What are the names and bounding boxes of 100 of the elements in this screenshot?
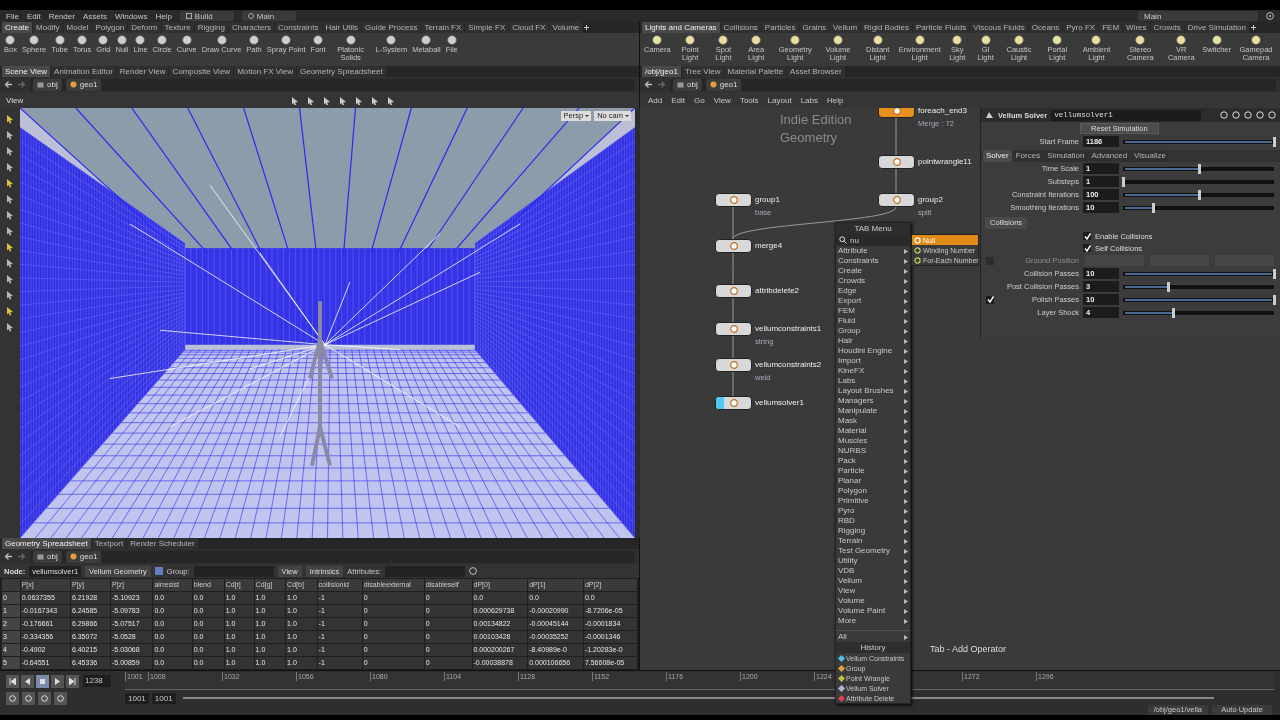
menu-category[interactable]: Particle: [836, 466, 910, 476]
path-crumb[interactable]: geo1: [705, 78, 742, 91]
pane-tab[interactable]: Material Palette: [724, 66, 787, 77]
pane-tab[interactable]: Guide Process: [361, 22, 421, 33]
pane-tab[interactable]: Rigging: [194, 22, 228, 33]
path-crumb[interactable]: geo1: [65, 78, 102, 91]
pane-tab[interactable]: Particles: [761, 22, 799, 33]
menu-item[interactable]: Tools: [739, 95, 759, 105]
menu-category[interactable]: Planar: [836, 476, 910, 486]
menu-item[interactable]: Labs: [800, 95, 818, 105]
slider-track[interactable]: [1123, 310, 1274, 315]
slider-thumb[interactable]: [1171, 307, 1175, 318]
menu-category[interactable]: Import: [836, 356, 910, 366]
menu-category[interactable]: Constraints: [836, 256, 910, 266]
pane-tab[interactable]: Characters: [228, 22, 275, 33]
pane-tab[interactable]: FEM: [1099, 22, 1123, 33]
slider-track[interactable]: [1123, 166, 1274, 171]
playback-button[interactable]: [66, 674, 79, 688]
menu-category[interactable]: Rigging: [836, 526, 910, 536]
playback-button[interactable]: [21, 674, 34, 688]
path-crumb[interactable]: geo1: [65, 550, 102, 563]
slider-track[interactable]: [1123, 192, 1274, 197]
slider-thumb[interactable]: [1197, 163, 1201, 174]
back-arrow-icon[interactable]: [644, 80, 653, 89]
menu-category[interactable]: Test Geometry: [836, 546, 910, 556]
menu-category[interactable]: Attribute: [836, 246, 910, 256]
menu-category[interactable]: Muscles: [836, 436, 910, 446]
pane-tab[interactable]: Polygon: [92, 22, 128, 33]
slider-track[interactable]: [1123, 284, 1274, 289]
slider-track[interactable]: [1123, 179, 1274, 184]
pane-tab[interactable]: Tree View: [681, 66, 724, 77]
pane-tab[interactable]: Composite View: [169, 66, 234, 77]
menu-item[interactable]: Layout: [767, 95, 792, 105]
pane-tab[interactable]: Grains: [799, 22, 830, 33]
checkbox[interactable]: [1083, 244, 1091, 252]
pane-tab[interactable]: Pyro FX: [1063, 22, 1099, 33]
menu-category[interactable]: Mask: [836, 416, 910, 426]
pane-tab[interactable]: Modify: [33, 22, 63, 33]
pane-tab[interactable]: Create: [2, 22, 32, 33]
pane-tab[interactable]: Texture: [161, 22, 194, 33]
context-menu[interactable]: Main: [241, 11, 296, 21]
menu-category[interactable]: NURBS: [836, 446, 910, 456]
path-crumb[interactable]: obj: [33, 78, 62, 91]
slider-track[interactable]: [1123, 205, 1274, 210]
menu-item[interactable]: Help: [827, 95, 844, 105]
menu-category[interactable]: Pyro: [836, 506, 910, 516]
pane-tab[interactable]: Animation Editor: [51, 66, 116, 77]
pane-tab[interactable]: Particle Fluids: [913, 22, 970, 33]
menu-category[interactable]: Pack: [836, 456, 910, 466]
timeline-tool[interactable]: [38, 691, 51, 705]
playback-button[interactable]: [6, 674, 19, 688]
menu-category[interactable]: Edge: [836, 286, 910, 296]
pane-tab[interactable]: Drive Simulation: [1184, 22, 1249, 33]
menu-item[interactable]: Help: [155, 11, 172, 21]
menu-item[interactable]: Assets: [82, 11, 107, 21]
back-arrow-icon[interactable]: [4, 552, 13, 561]
pane-tab[interactable]: Vellum: [830, 22, 861, 33]
menu-item[interactable]: View: [713, 95, 731, 105]
pane-tab[interactable]: Hair Utils: [322, 22, 361, 33]
pane-tab[interactable]: Motion FX View: [234, 66, 296, 77]
timeline-tool[interactable]: [22, 691, 35, 705]
pane-tab[interactable]: Rigid Bodies: [861, 22, 912, 33]
menu-category[interactable]: Utility: [836, 556, 910, 566]
menu-item[interactable]: Edit: [26, 11, 41, 21]
pane-tab[interactable]: Viscous Fluids: [970, 22, 1028, 33]
menu-category[interactable]: Vellum: [836, 576, 910, 586]
network-node[interactable]: [715, 239, 752, 253]
menu-item[interactable]: Render: [48, 11, 75, 21]
menu-item[interactable]: File: [6, 11, 19, 21]
menu-category[interactable]: Fluid: [836, 316, 910, 326]
menu-category[interactable]: Volume: [836, 596, 910, 606]
slider-thumb[interactable]: [1122, 176, 1125, 187]
menu-item[interactable]: Edit: [671, 95, 686, 105]
checkbox[interactable]: [1083, 232, 1091, 240]
menu-category[interactable]: Export: [836, 296, 910, 306]
menu-category[interactable]: Primitive: [836, 496, 910, 506]
menu-category[interactable]: RBD: [836, 516, 910, 526]
pane-tab[interactable]: Geometry Spreadsheet: [2, 538, 91, 549]
pane-tab[interactable]: Solver: [983, 150, 1012, 162]
network-node[interactable]: [878, 155, 915, 169]
pane-tab[interactable]: Deform: [128, 22, 161, 33]
slider-thumb[interactable]: [1167, 281, 1171, 292]
network-node[interactable]: [715, 396, 752, 410]
pane-tab[interactable]: Collisions: [720, 22, 761, 33]
path-crumb[interactable]: obj: [33, 550, 62, 563]
start-frame-field[interactable]: 1001: [125, 692, 149, 704]
end-frame-field[interactable]: 1001: [151, 692, 176, 704]
frame-field[interactable]: 1238: [83, 675, 111, 687]
menu-category[interactable]: Labs: [836, 376, 910, 386]
network-node[interactable]: [715, 322, 752, 336]
menu-category[interactable]: Houdini Engine: [836, 346, 910, 356]
menu-category[interactable]: Layout Brushes: [836, 386, 910, 396]
menu-category[interactable]: Volume Paint: [836, 606, 910, 616]
menu-category[interactable]: FEM: [836, 306, 910, 316]
search-text[interactable]: nu: [850, 235, 859, 245]
pane-tab[interactable]: Render Scheduler: [127, 538, 198, 549]
network-node[interactable]: [878, 193, 915, 207]
pane-tab[interactable]: Simple FX: [465, 22, 509, 33]
slider-thumb[interactable]: [1273, 268, 1276, 279]
pane-tab[interactable]: Cloud FX: [509, 22, 549, 33]
